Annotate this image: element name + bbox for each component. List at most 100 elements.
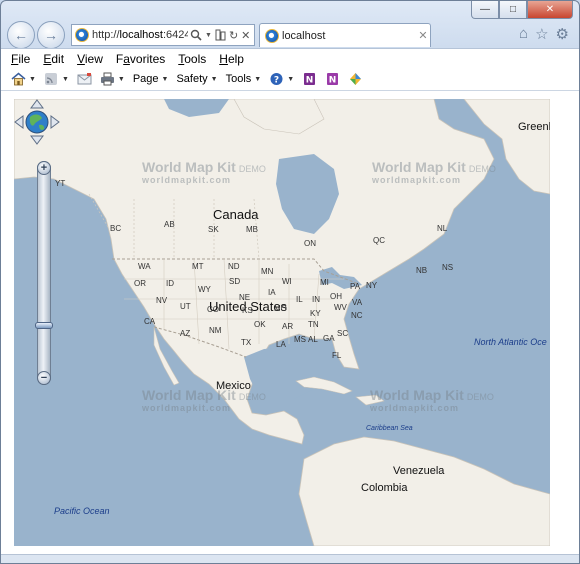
watermark: World Map Kit DEMO worldmapkit.com [370, 387, 494, 413]
menu-help[interactable]: Help [219, 52, 244, 66]
label-canada: Canada [213, 207, 259, 222]
search-dropdown-icon[interactable]: ▼ [205, 32, 212, 39]
menu-edit[interactable]: Edit [43, 52, 64, 66]
label-state: IL [296, 295, 303, 304]
minimize-button[interactable]: — [471, 1, 499, 19]
label-state: KY [310, 309, 321, 318]
menu-view[interactable]: View [77, 52, 103, 66]
home-icon[interactable]: ⌂ [519, 25, 528, 43]
star-icon[interactable]: ☆ [535, 25, 548, 43]
map-view[interactable]: World Map Kit DEMO worldmapkit.com World M… [14, 99, 550, 546]
watermark: World Map Kit DEMO worldmapkit.com [142, 159, 266, 185]
refresh-icon[interactable]: ↻ [229, 29, 238, 42]
label-state: NE [239, 293, 251, 302]
label-state: MS [294, 335, 306, 344]
help-menu-button[interactable]: ? ▼ [269, 72, 294, 86]
maximize-button[interactable]: □ [499, 1, 527, 19]
tab-title: localhost [282, 29, 326, 42]
label-state: PA [350, 282, 361, 291]
label-state: AR [282, 322, 294, 331]
label-state: MN [261, 267, 274, 276]
tools-menu-button[interactable]: Tools ▼ [226, 73, 262, 85]
label-province: NS [442, 263, 454, 272]
back-arrow-icon: ← [14, 27, 28, 43]
print-command-button[interactable]: ▼ [100, 72, 125, 86]
label-province: MB [246, 225, 258, 234]
label-state: AL [308, 335, 318, 344]
forward-button[interactable]: → [37, 21, 65, 49]
page-content: World Map Kit DEMO worldmapkit.com World M… [1, 91, 579, 563]
help-icon: ? [270, 73, 283, 86]
chevron-down-icon: ▼ [210, 75, 218, 83]
close-button[interactable]: ✕ [527, 1, 573, 19]
home-icon [11, 72, 26, 86]
label-state: WV [334, 303, 347, 312]
label-province: NL [437, 224, 448, 233]
chevron-down-icon[interactable]: ▼ [118, 76, 125, 83]
chevron-down-icon[interactable]: ▼ [29, 76, 36, 83]
mail-command-button[interactable] [77, 72, 92, 86]
pan-control[interactable] [14, 99, 60, 145]
address-bar[interactable]: http://localhost:6424 ▼ ↻ ✕ [71, 24, 255, 46]
tools-menu-label: Tools [225, 73, 252, 85]
compatibility-icon[interactable] [215, 29, 226, 41]
forward-arrow-icon: → [44, 27, 58, 43]
tab-localhost[interactable]: localhost ✕ [259, 23, 431, 47]
label-state: MT [192, 262, 204, 271]
address-tools: ▼ ↻ ✕ [190, 29, 250, 42]
watermark-tag: DEMO [466, 392, 494, 402]
globe-icon[interactable] [25, 110, 49, 134]
watermark-title: World Map Kit [370, 387, 464, 403]
label-mexico: Mexico [216, 380, 251, 392]
home-command-button[interactable]: ▼ [11, 72, 36, 86]
label-state: ND [228, 262, 240, 271]
onenote-linked-button[interactable]: N [302, 72, 317, 86]
pan-up-arrow-icon[interactable] [30, 99, 44, 109]
search-icon[interactable] [190, 29, 202, 41]
stop-icon[interactable]: ✕ [241, 29, 250, 42]
onenote-send-button[interactable]: N [325, 72, 340, 86]
menu-bar: File Edit View Favorites Tools Help [1, 48, 579, 69]
translate-button[interactable] [348, 72, 363, 86]
tab-close-icon[interactable]: ✕ [416, 29, 430, 42]
zoom-slider[interactable]: + − [35, 161, 53, 385]
zoom-out-button[interactable]: − [37, 371, 51, 385]
chevron-down-icon[interactable]: ▼ [287, 76, 294, 83]
label-province: AB [164, 220, 175, 229]
label-state: NV [156, 296, 168, 305]
address-url[interactable]: http://localhost:6424 [92, 29, 188, 41]
pan-right-arrow-icon[interactable] [50, 115, 60, 129]
watermark-url: worldmapkit.com [372, 175, 462, 185]
browser-right-icons: ⌂ ☆ ⚙ [519, 25, 569, 43]
pan-down-arrow-icon[interactable] [30, 135, 44, 145]
command-bar: ▼ ▼ ▼ Page ▼ Safety ▼ Tools ▼ ? ▼ N N [1, 68, 579, 91]
chevron-down-icon: ▼ [161, 75, 169, 83]
gear-icon[interactable]: ⚙ [556, 25, 569, 43]
svg-text:N: N [306, 76, 314, 86]
label-state: MO [274, 304, 287, 313]
label-province: QC [373, 236, 385, 245]
menu-file[interactable]: File [11, 52, 30, 66]
chevron-down-icon: ▼ [254, 75, 262, 83]
menu-tools[interactable]: Tools [178, 52, 206, 66]
watermark-tag: DEMO [238, 392, 266, 402]
zoom-slider-thumb[interactable] [35, 321, 53, 329]
watermark: World Map Kit DEMO worldmapkit.com [372, 159, 496, 185]
chevron-down-icon[interactable]: ▼ [62, 76, 69, 83]
back-button[interactable]: ← [7, 21, 35, 49]
feeds-command-button[interactable]: ▼ [44, 72, 69, 86]
zoom-in-button[interactable]: + [37, 161, 51, 175]
safety-menu-label: Safety [176, 73, 208, 85]
label-state: NY [366, 281, 378, 290]
menu-favorites[interactable]: Favorites [116, 52, 165, 66]
mail-icon [77, 73, 92, 85]
window-controls: — □ ✕ [471, 1, 573, 19]
pan-left-arrow-icon[interactable] [14, 115, 24, 129]
page-menu-button[interactable]: Page ▼ [133, 73, 169, 85]
ie-page-icon [75, 28, 89, 42]
safety-menu-button[interactable]: Safety ▼ [176, 73, 217, 85]
label-state: IA [268, 288, 276, 297]
label-state: FL [332, 351, 342, 360]
label-province: BC [110, 224, 122, 233]
menu-favorites-label: Favorites [115, 52, 166, 66]
